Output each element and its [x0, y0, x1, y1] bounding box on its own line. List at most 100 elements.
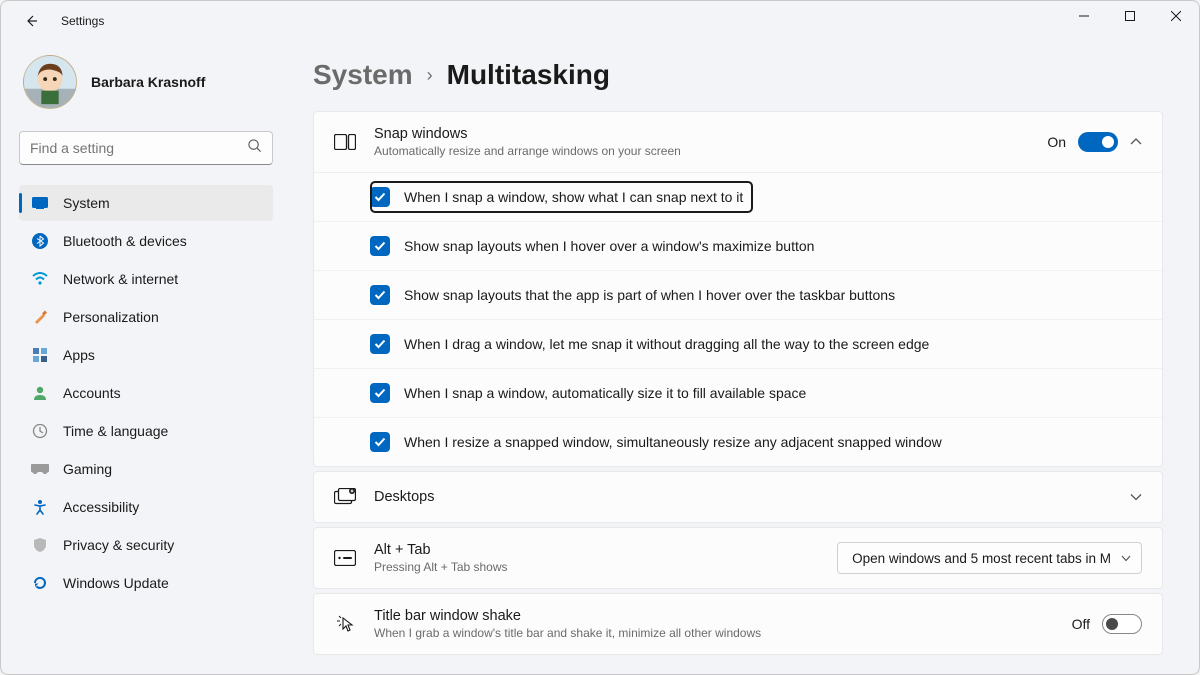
settings-window: Settings Barbara Krasnoff System Bluetoo…: [0, 0, 1200, 675]
dropdown-value: Open windows and 5 most recent tabs in M: [852, 551, 1111, 566]
user-profile[interactable]: Barbara Krasnoff: [19, 55, 273, 109]
person-icon: [31, 384, 49, 402]
nav-label: Time & language: [63, 423, 168, 439]
sidebar-item-time-language[interactable]: Time & language: [19, 413, 273, 449]
main-content: System › Multitasking Snap windows Autom…: [291, 41, 1199, 674]
desktops-header[interactable]: Desktops: [314, 472, 1162, 522]
sidebar-item-network[interactable]: Network & internet: [19, 261, 273, 297]
update-icon: [31, 574, 49, 592]
checkbox[interactable]: [370, 432, 390, 452]
snap-option-row[interactable]: When I drag a window, let me snap it wit…: [314, 320, 1162, 369]
nav-label: Network & internet: [63, 271, 178, 287]
alt-tab-icon: [334, 547, 356, 569]
paintbrush-icon: [31, 308, 49, 326]
sidebar-item-accounts[interactable]: Accounts: [19, 375, 273, 411]
nav-list: System Bluetooth & devices Network & int…: [19, 185, 273, 601]
snap-windows-toggle[interactable]: [1078, 132, 1118, 152]
nav-label: Apps: [63, 347, 95, 363]
title-bar-shake-card: Title bar window shake When I grab a win…: [313, 593, 1163, 655]
breadcrumb: System › Multitasking: [313, 59, 1163, 91]
maximize-button[interactable]: [1107, 1, 1153, 31]
desktops-card: Desktops: [313, 471, 1163, 523]
snap-windows-card: Snap windows Automatically resize and ar…: [313, 111, 1163, 467]
system-icon: [31, 194, 49, 212]
nav-label: Gaming: [63, 461, 112, 477]
title-bar-shake-header[interactable]: Title bar window shake When I grab a win…: [314, 594, 1162, 654]
bluetooth-icon: [31, 232, 49, 250]
snap-option-row[interactable]: When I resize a snapped window, simultan…: [314, 418, 1162, 466]
alt-tab-dropdown[interactable]: Open windows and 5 most recent tabs in M: [837, 542, 1142, 574]
back-button[interactable]: [15, 5, 47, 37]
breadcrumb-parent[interactable]: System: [313, 59, 413, 91]
nav-label: Accessibility: [63, 499, 139, 515]
snap-layout-icon: [334, 131, 356, 153]
window-controls: [1061, 1, 1199, 31]
card-title: Alt + Tab: [374, 542, 819, 558]
snap-option-row[interactable]: Show snap layouts when I hover over a wi…: [314, 222, 1162, 271]
search-box[interactable]: [19, 131, 273, 165]
minimize-button[interactable]: [1061, 1, 1107, 31]
page-title: Multitasking: [447, 59, 610, 91]
sidebar-item-personalization[interactable]: Personalization: [19, 299, 273, 335]
card-title: Title bar window shake: [374, 608, 1054, 624]
toggle-label: Off: [1072, 616, 1090, 632]
chevron-right-icon: ›: [427, 65, 433, 86]
toggle-label: On: [1047, 134, 1066, 150]
desktops-icon: [334, 486, 356, 508]
apps-icon: [31, 346, 49, 364]
card-subtitle: When I grab a window's title bar and sha…: [374, 626, 1054, 640]
window-title: Settings: [61, 14, 104, 28]
gamepad-icon: [31, 460, 49, 478]
sidebar-item-apps[interactable]: Apps: [19, 337, 273, 373]
nav-label: Bluetooth & devices: [63, 233, 187, 249]
option-label: Show snap layouts when I hover over a wi…: [404, 238, 814, 254]
accessibility-icon: [31, 498, 49, 516]
snap-option-row[interactable]: When I snap a window, show what I can sn…: [314, 173, 1162, 222]
chevron-down-icon: [1130, 488, 1142, 506]
nav-label: Accounts: [63, 385, 121, 401]
snap-windows-header[interactable]: Snap windows Automatically resize and ar…: [314, 112, 1162, 172]
sidebar-item-gaming[interactable]: Gaming: [19, 451, 273, 487]
checkbox[interactable]: [370, 187, 390, 207]
checkbox[interactable]: [370, 383, 390, 403]
nav-label: Personalization: [63, 309, 159, 325]
nav-label: Windows Update: [63, 575, 169, 591]
alt-tab-card: Alt + Tab Pressing Alt + Tab shows Open …: [313, 527, 1163, 589]
snap-options-list: When I snap a window, show what I can sn…: [314, 172, 1162, 466]
shake-toggle[interactable]: [1102, 614, 1142, 634]
close-button[interactable]: [1153, 1, 1199, 31]
sidebar: Barbara Krasnoff System Bluetooth & devi…: [1, 41, 291, 674]
cursor-shake-icon: [334, 613, 356, 635]
search-input[interactable]: [30, 140, 247, 156]
card-title: Snap windows: [374, 126, 1029, 142]
close-icon: [1171, 11, 1181, 21]
body: Barbara Krasnoff System Bluetooth & devi…: [1, 41, 1199, 674]
sidebar-item-system[interactable]: System: [19, 185, 273, 221]
avatar: [23, 55, 77, 109]
nav-label: System: [63, 195, 110, 211]
checkbox[interactable]: [370, 236, 390, 256]
shield-icon: [31, 536, 49, 554]
sidebar-item-windows-update[interactable]: Windows Update: [19, 565, 273, 601]
nav-label: Privacy & security: [63, 537, 174, 553]
card-subtitle: Automatically resize and arrange windows…: [374, 144, 1029, 158]
sidebar-item-accessibility[interactable]: Accessibility: [19, 489, 273, 525]
card-subtitle: Pressing Alt + Tab shows: [374, 560, 819, 574]
chevron-up-icon: [1130, 133, 1142, 151]
user-name: Barbara Krasnoff: [91, 74, 205, 90]
checkbox[interactable]: [370, 285, 390, 305]
option-label: Show snap layouts that the app is part o…: [404, 287, 895, 303]
back-arrow-icon: [23, 13, 39, 29]
maximize-icon: [1125, 11, 1135, 21]
sidebar-item-bluetooth[interactable]: Bluetooth & devices: [19, 223, 273, 259]
option-label: When I resize a snapped window, simultan…: [404, 434, 942, 450]
chevron-down-icon: [1121, 549, 1131, 567]
snap-option-row[interactable]: When I snap a window, automatically size…: [314, 369, 1162, 418]
wifi-icon: [31, 270, 49, 288]
checkbox[interactable]: [370, 334, 390, 354]
minimize-icon: [1079, 11, 1089, 21]
sidebar-item-privacy[interactable]: Privacy & security: [19, 527, 273, 563]
alt-tab-header[interactable]: Alt + Tab Pressing Alt + Tab shows Open …: [314, 528, 1162, 588]
clock-globe-icon: [31, 422, 49, 440]
snap-option-row[interactable]: Show snap layouts that the app is part o…: [314, 271, 1162, 320]
